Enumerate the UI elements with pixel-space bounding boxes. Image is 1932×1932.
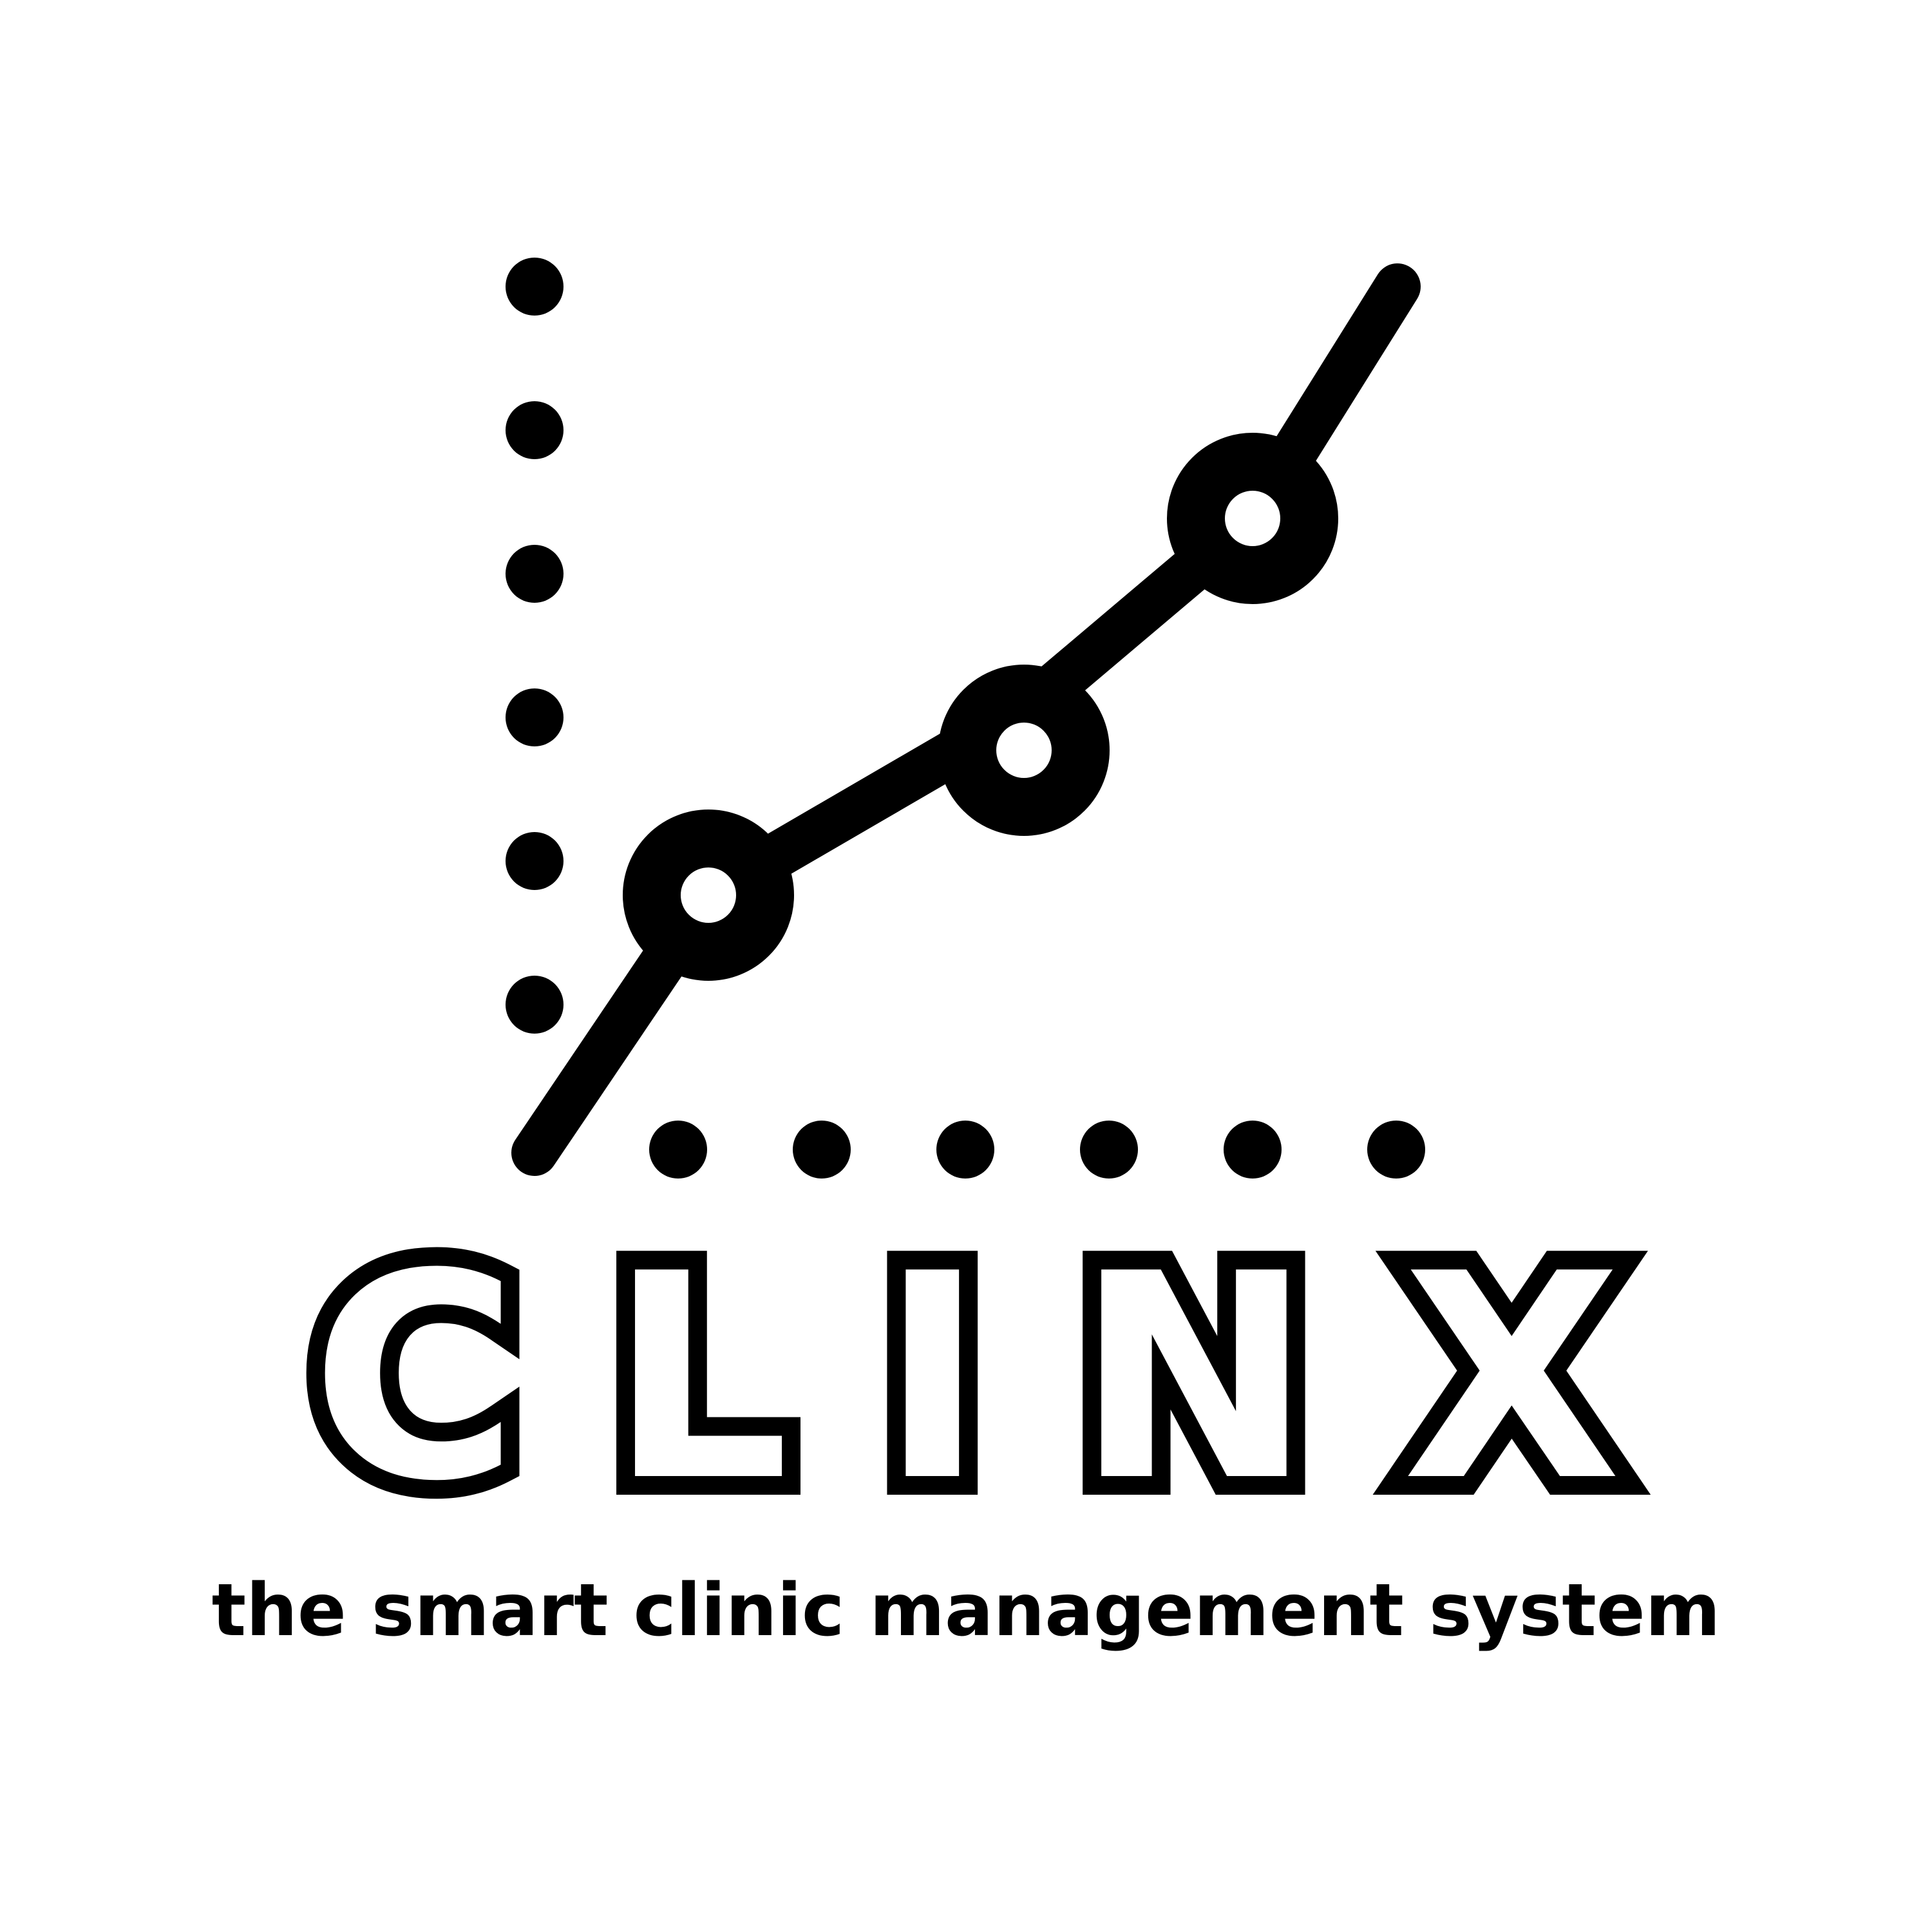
data-marker: [938, 665, 1110, 836]
data-marker: [623, 810, 794, 981]
axis-dot: [506, 258, 564, 316]
brand-wordmark: CLINX: [292, 1213, 1712, 1543]
data-marker: [1167, 433, 1338, 604]
brand-tagline: the smart clinic management system: [211, 1569, 1721, 1653]
axis-dot: [506, 545, 564, 603]
axis-dot: [649, 1121, 707, 1179]
axis-dot: [1080, 1121, 1138, 1179]
axis-dot: [506, 832, 564, 890]
axis-dot: [1224, 1121, 1282, 1179]
axis-dot: [1367, 1121, 1425, 1179]
y-axis-dots: [506, 258, 564, 1034]
axis-dot: [793, 1121, 851, 1179]
x-axis-dots: [649, 1121, 1425, 1179]
axis-dot: [506, 401, 564, 459]
axis-dot: [936, 1121, 994, 1179]
axis-dot: [506, 688, 564, 746]
axis-dot: [506, 976, 564, 1034]
